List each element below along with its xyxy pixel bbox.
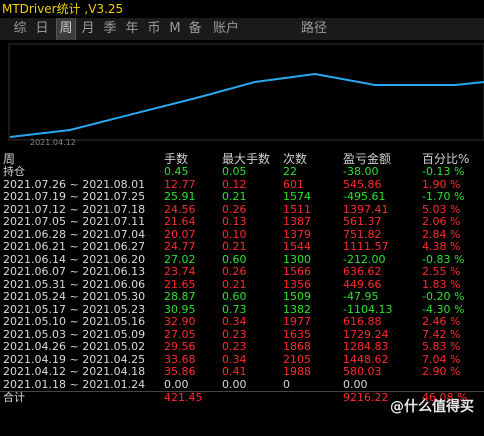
table-row: 2021.06.21 ~ 2021.06.27 24.77 0.21 1544 1111…	[0, 240, 484, 254]
table-row-col-4: -495.61	[343, 190, 386, 203]
table-row-col-2: 0.23	[222, 340, 247, 353]
table-row: 2021.05.10 ~ 2021.05.16 32.90 0.34 1977 616.…	[0, 315, 484, 329]
table-row-col-3: 1988	[283, 365, 311, 378]
equity-chart-svg	[8, 43, 484, 141]
table-row-col-4: 561.37	[343, 215, 382, 228]
tab-6[interactable]: 币	[145, 18, 163, 40]
stats-table: 周 手数 最大手数 次数 盈亏金额 百分比% 持仓 0.45 0.05 22 -38.00 -0.13…	[0, 152, 484, 405]
holding-row: 持仓 0.45 0.05 22 -38.00 -0.13 %	[0, 165, 484, 179]
tab-1[interactable]: 日	[33, 18, 51, 40]
table-row-col-4: 636.62	[343, 265, 382, 278]
app-title: MTDriver统计 ,V3.25	[0, 0, 484, 18]
table-row-col-3: 1387	[283, 215, 311, 228]
table-header: 周 手数 最大手数 次数 盈亏金额 百分比%	[0, 152, 484, 166]
holding-row-col-0: 持仓	[3, 165, 25, 178]
table-row-col-0: 2021.06.21 ~ 2021.06.27	[3, 240, 146, 253]
table-row-col-0: 2021.06.07 ~ 2021.06.13	[3, 265, 146, 278]
table-row-col-2: 0.00	[222, 377, 247, 391]
table-row-col-2: 0.13	[222, 215, 247, 228]
table-row-col-5: -0.20 %	[422, 290, 465, 303]
table-row-col-3: 1868	[283, 340, 311, 353]
table-row-col-1: 25.91	[164, 190, 196, 203]
table-row-col-3: 1977	[283, 315, 311, 328]
table-row-col-5: 2.06 %	[422, 215, 461, 228]
tab-3[interactable]: 月	[79, 18, 97, 40]
table-row-col-3: 1509	[283, 290, 311, 303]
table-row-col-1: 32.90	[164, 315, 196, 328]
total-row-col-4: 9216.22	[343, 391, 389, 404]
table-row-col-2: 0.34	[222, 315, 247, 328]
table-row-col-0: 2021.04.12 ~ 2021.04.18	[3, 365, 146, 378]
table-row: 2021.04.26 ~ 2021.05.02 29.56 0.23 1868 1284…	[0, 340, 484, 354]
table-row-col-0: 2021.01.18 ~ 2021.01.24	[3, 377, 146, 391]
table-row-col-0: 2021.07.05 ~ 2021.07.11	[3, 215, 146, 228]
tab-7[interactable]: M	[168, 18, 182, 40]
table-row-col-2: 0.41	[222, 365, 247, 378]
table-row-col-4: -47.95	[343, 290, 379, 303]
tab-4[interactable]: 季	[101, 18, 119, 40]
equity-chart	[0, 40, 484, 150]
table-row-col-2: 0.21	[222, 240, 247, 253]
table-row-col-5: 5.83 %	[422, 340, 461, 353]
table-row-col-3: 0	[283, 377, 290, 391]
holding-row-col-1: 0.45	[164, 165, 189, 178]
table-header-col-0: 周	[3, 152, 16, 166]
table-row-col-5: 2.55 %	[422, 265, 461, 278]
tab-0[interactable]: 综	[10, 18, 30, 40]
chart-frame	[8, 43, 484, 141]
table-row-col-1: 0.00	[164, 377, 189, 391]
table-row-col-1: 24.77	[164, 240, 196, 253]
holding-row-col-5: -0.13 %	[422, 165, 465, 178]
tab-9[interactable]: 账户	[212, 18, 240, 40]
table-row-col-1: 35.86	[164, 365, 196, 378]
table-row: 2021.07.19 ~ 2021.07.25 25.91 0.21 1574 -495…	[0, 190, 484, 204]
table-row-col-2: 0.60	[222, 290, 247, 303]
watermark: @什么值得买	[390, 399, 474, 415]
table-row-col-4: 0.00	[343, 377, 368, 391]
table-row-col-1: 23.74	[164, 265, 196, 278]
table-row: 2021.06.07 ~ 2021.06.13 23.74 0.26 1566 636.…	[0, 265, 484, 279]
holding-row-col-4: -38.00	[343, 165, 379, 178]
table-row-col-0: 2021.05.10 ~ 2021.05.16	[3, 315, 146, 328]
table-header-col-1: 手数	[164, 152, 189, 166]
period-tab-bar: 综日周月季年币 M 备账户 路径	[0, 18, 484, 41]
tab-8[interactable]: 备	[186, 18, 204, 40]
table-row-col-4: 1284.83	[343, 340, 389, 353]
table-row-col-4: 616.88	[343, 315, 382, 328]
table-row-col-2: 0.21	[222, 190, 247, 203]
table-row-col-1: 29.56	[164, 340, 196, 353]
table-row: 2021.07.05 ~ 2021.07.11 21.64 0.13 1387 561.…	[0, 215, 484, 229]
table-row-col-1: 21.64	[164, 215, 196, 228]
chart-date-label: 2021.04.12	[30, 138, 76, 147]
table-row-col-1: 28.87	[164, 290, 196, 303]
total-row-col-1: 421.45	[164, 391, 203, 404]
table-header-col-3: 次数	[283, 152, 308, 166]
table-row-col-0: 2021.05.24 ~ 2021.05.30	[3, 290, 146, 303]
table-row: 2021.04.12 ~ 2021.04.18 35.86 0.41 1988 580.…	[0, 365, 484, 379]
table-row-col-5: -1.70 %	[422, 190, 465, 203]
table-row-col-3: 1544	[283, 240, 311, 253]
table-row-col-3: 1566	[283, 265, 311, 278]
table-row-col-4: 1111.57	[343, 240, 389, 253]
table-row-col-0: 2021.04.26 ~ 2021.05.02	[3, 340, 146, 353]
table-row-col-5: 2.46 %	[422, 315, 461, 328]
table-header-col-4: 盈亏金额	[343, 152, 392, 166]
holding-row-col-3: 22	[283, 165, 297, 178]
table-row-col-5: 2.90 %	[422, 365, 461, 378]
table-row: 2021.05.24 ~ 2021.05.30 28.87 0.60 1509 -47.…	[0, 290, 484, 304]
holding-row-col-2: 0.05	[222, 165, 247, 178]
table-row-col-0: 2021.07.19 ~ 2021.07.25	[3, 190, 146, 203]
tab-10[interactable]: 路径	[300, 18, 328, 40]
tab-5[interactable]: 年	[123, 18, 141, 40]
table-row-col-3: 1574	[283, 190, 311, 203]
table-header-col-2: 最大手数	[222, 152, 271, 166]
table-row: 2021.01.18 ~ 2021.01.24 0.00 0.00 0 0.00	[0, 377, 484, 392]
table-row-col-4: 580.03	[343, 365, 382, 378]
tab-2[interactable]: 周	[56, 18, 76, 40]
table-header-col-5: 百分比%	[422, 152, 470, 166]
table-row-col-5: 4.38 %	[422, 240, 461, 253]
total-row-col-0: 合计	[3, 391, 25, 404]
table-row-col-2: 0.26	[222, 265, 247, 278]
